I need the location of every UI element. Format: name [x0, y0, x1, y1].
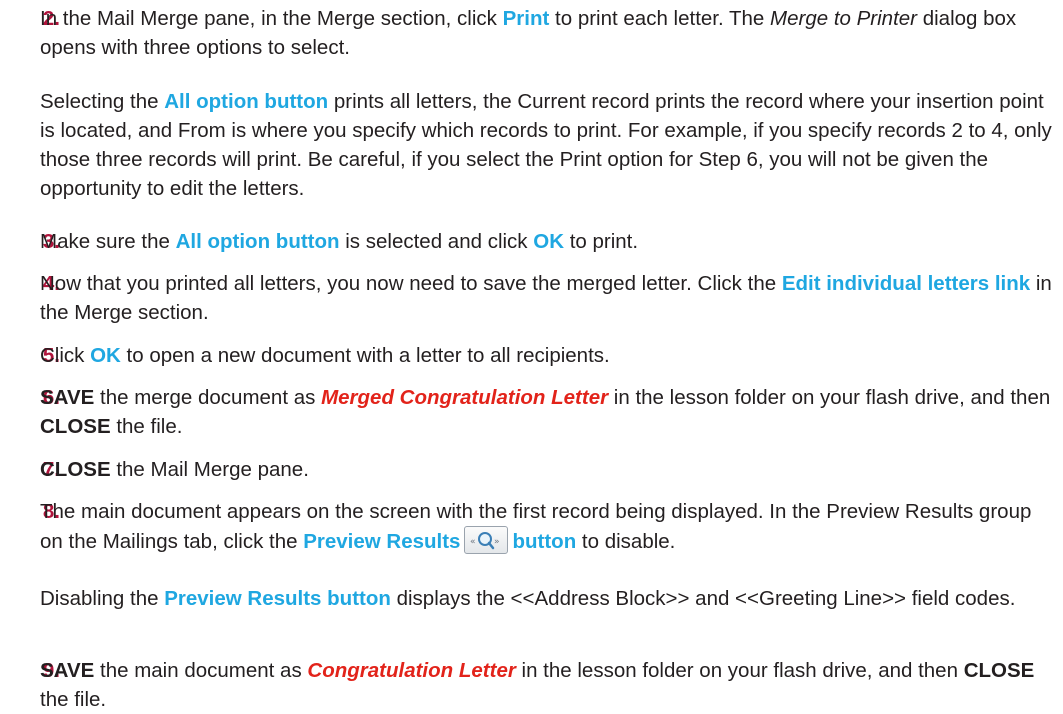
file-name: Congratulation Letter — [307, 659, 516, 682]
step-text: Now that you printed all letters, you no… — [40, 272, 1052, 324]
ui-term-ok: OK — [533, 230, 564, 253]
svg-text:«: « — [470, 537, 476, 547]
step-text: SAVE the main document as Congratulation… — [40, 659, 1035, 711]
ui-term-button: button — [512, 530, 577, 553]
svg-text:»: » — [494, 537, 500, 547]
step-text: CLOSE the Mail Merge pane. — [40, 458, 309, 481]
ui-term-all-option: All option button — [164, 90, 329, 113]
ui-term-all-option: All option button — [175, 230, 340, 253]
dialog-name: Merge to Printer — [770, 7, 918, 30]
step-text: Click OK to open a new document with a l… — [40, 344, 610, 367]
command-save: SAVE — [40, 659, 95, 682]
step-text: The main document appears on the screen … — [40, 500, 1032, 554]
step-text: Make sure the All option button is selec… — [40, 230, 639, 253]
file-name: Merged Congratulation Letter — [321, 386, 609, 409]
step-text: SAVE the merge document as Merged Congra… — [40, 386, 1051, 438]
command-save: SAVE — [40, 386, 95, 409]
document-page: 2. In the Mail Merge pane, in the Merge … — [0, 0, 1063, 711]
ui-term-preview-results-button: Preview Results button — [164, 587, 391, 610]
command-close: CLOSE — [40, 458, 111, 481]
command-close: CLOSE — [40, 415, 111, 438]
command-close: CLOSE — [963, 659, 1035, 682]
ui-term-print: Print — [502, 7, 550, 30]
explanation-paragraph: Selecting the All option button prints a… — [40, 90, 1052, 200]
ui-term-preview-results: Preview Results — [303, 530, 461, 553]
preview-results-icon: «» — [464, 526, 509, 554]
step-text: In the Mail Merge pane, in the Merge sec… — [40, 7, 1017, 59]
ui-term-edit-letters: Edit individual letters link — [781, 272, 1031, 295]
explanation-paragraph: Disabling the Preview Results button dis… — [40, 587, 1016, 610]
ui-term-ok: OK — [90, 344, 121, 367]
